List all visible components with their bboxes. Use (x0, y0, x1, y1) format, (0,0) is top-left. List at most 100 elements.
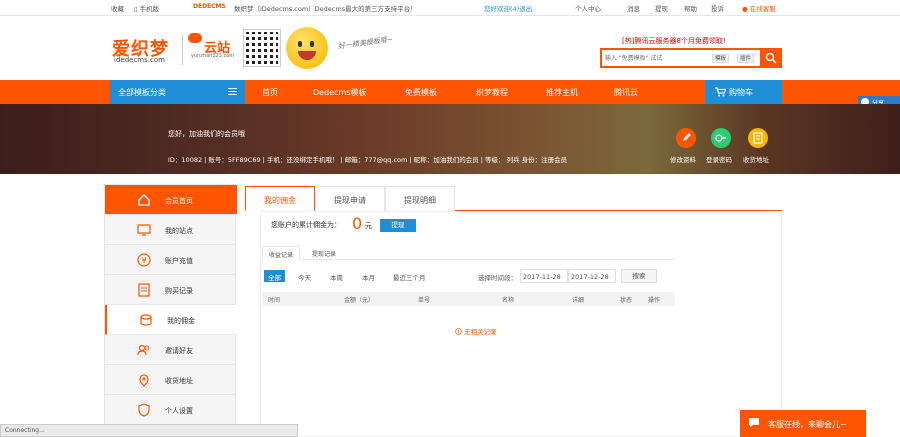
address-book-icon[interactable] (748, 128, 768, 148)
monitor-icon (137, 224, 151, 236)
all-categories-label: 全部模板分类 (118, 88, 166, 97)
promo-link[interactable]: [热]腾讯云服务器8个月免费领取! (622, 36, 726, 46)
withdraw-link[interactable]: 提现 (655, 3, 668, 13)
dedecms-mini-logo: DEDECMS (193, 3, 226, 10)
all-categories-button[interactable]: 全部模板分类 (110, 80, 245, 104)
sidebar-item-label: 账户充值 (165, 257, 193, 265)
withdraw-button[interactable]: 提现 (380, 219, 416, 232)
favorite-link[interactable]: 收藏 (111, 3, 124, 13)
edit-profile-label[interactable]: 修改资料 (670, 154, 696, 164)
search-tab-plugins[interactable]: 插件 (737, 54, 755, 63)
slogan: 好一精美模板哦~ (337, 35, 394, 51)
location-pin-icon (139, 374, 149, 387)
qr-code (243, 29, 281, 67)
user-center-link[interactable]: 个人中心 (575, 3, 601, 13)
messages-link[interactable]: 消息 (627, 3, 640, 13)
sidebar-item-label: 我的佣金 (167, 317, 195, 325)
main-nav: 全部模板分类 首页 Dedecms模板 免费模板 织梦教程 推荐主机 腾讯云 购… (0, 80, 900, 104)
menu-icon (228, 88, 237, 95)
records-table-header: 时间 金额（元） 单号 名称 详细 状态 操作 (262, 292, 675, 306)
sidebar-item-commission[interactable]: 我的佣金 (105, 305, 237, 335)
search-button[interactable] (760, 48, 782, 68)
tab-withdraw-request[interactable]: 提现申请 (315, 186, 385, 211)
filter-search-button[interactable]: 搜索 (621, 269, 657, 283)
filter-today[interactable]: 今天 (294, 270, 315, 282)
tab-my-commission[interactable]: 我的佣金 (245, 186, 315, 211)
col-detail: 详细 (572, 297, 585, 304)
online-service-link[interactable]: ● 在线客服 (742, 3, 776, 13)
nav-home[interactable]: 首页 (262, 87, 278, 98)
subtab-withdraw-records[interactable]: 提现记录 (306, 246, 342, 260)
col-order-no: 单号 (418, 297, 431, 304)
filter-this-month[interactable]: 本月 (358, 270, 379, 282)
total-commission-label: 您账户的累计佣金为： (271, 221, 341, 229)
chat-label: 客服在线，来聊会儿~ (768, 420, 847, 429)
member-sidebar: 会员首页 我的站点 ¥ 账户充值 购买记录 我的佣金 邀请好友 收货地址 个人设… (104, 184, 237, 437)
online-chat-button[interactable]: 客服在线，来聊会儿~ (740, 410, 866, 437)
sidebar-item-settings[interactable]: 个人设置 (105, 395, 237, 425)
nav-tutorials[interactable]: 织梦教程 (476, 87, 508, 98)
sidebar-item-label: 会员首页 (165, 197, 193, 205)
home-icon (138, 194, 150, 206)
nav-free-templates[interactable]: 免费模板 (405, 87, 437, 98)
mobile-link[interactable]: ▯ 手机版 (134, 3, 159, 13)
svg-text:¥: ¥ (141, 256, 146, 265)
nav-hosting[interactable]: 推荐主机 (546, 87, 578, 98)
cloud-icon (188, 33, 202, 43)
site-tagline: 数织梦（iDedecms.com）Dedecms最大的第三方支持平台！ (234, 5, 417, 13)
search-tab-templates[interactable]: 模板 (712, 54, 730, 63)
sidebar-item-label: 邀请好友 (165, 347, 193, 355)
sidebar-item-sites[interactable]: 我的站点 (105, 215, 237, 245)
password-key-icon[interactable] (711, 128, 731, 148)
service-icon: ● (742, 5, 748, 13)
record-subtabs: 收益记录 提现记录 (262, 246, 675, 260)
mobile-label: 手机版 (139, 5, 160, 13)
nav-dedecms-templates[interactable]: Dedecms模板 (313, 87, 366, 98)
subtab-income-records[interactable]: 收益记录 (262, 246, 301, 260)
cart-icon (715, 87, 726, 97)
col-action: 操作 (648, 297, 661, 304)
help-link[interactable]: 帮助 (684, 3, 697, 13)
chat-bubble-icon (749, 418, 759, 427)
date-to-input[interactable]: 2017-12-28 (568, 269, 616, 283)
sidebar-item-label: 我的站点 (165, 227, 193, 235)
sidebar-item-purchases[interactable]: 购买记录 (105, 275, 237, 305)
sidebar-item-label: 个人设置 (165, 407, 193, 415)
edit-profile-icon[interactable] (676, 128, 696, 148)
greeting: 您好，加油我们的会员哦 (168, 130, 245, 138)
commission-panel (260, 211, 782, 437)
online-service-label: 在线客服 (749, 5, 776, 13)
search-icon (765, 52, 777, 64)
logo-divider (182, 35, 183, 65)
col-time: 时间 (268, 297, 281, 304)
cart-label: 购物车 (729, 88, 753, 97)
info-icon (455, 328, 462, 335)
filter-all[interactable]: 全部 (264, 270, 285, 282)
sidebar-item-home[interactable]: 会员首页 (105, 185, 237, 215)
coins-icon (140, 314, 152, 326)
profile-banner: 您好，加油我们的会员哦 ID：10082 | 账号：5FF89C69 | 手机：… (0, 104, 900, 174)
sidebar-item-address[interactable]: 收货地址 (105, 365, 237, 395)
sidebar-item-label: 购买记录 (165, 287, 193, 295)
shipping-address-label[interactable]: 收货地址 (743, 154, 769, 164)
sidebar-item-label: 收货地址 (165, 377, 193, 385)
smiley-mascot-icon (286, 27, 328, 69)
col-name: 名称 (502, 297, 515, 304)
complaint-link[interactable]: 投诉 (711, 3, 724, 13)
tab-withdraw-details[interactable]: 提现明细 (385, 186, 455, 211)
date-range-label: 选择时间段： (478, 274, 517, 282)
filter-this-week[interactable]: 本周 (326, 270, 347, 282)
welcome-logout-link[interactable]: 您好欢迎(4)退出 (484, 3, 532, 13)
search-input[interactable] (605, 52, 705, 65)
date-from-input[interactable]: 2017-11-28 (520, 269, 568, 283)
login-password-label[interactable]: 登录密码 (706, 154, 732, 164)
total-commission-unit: 元 (365, 222, 372, 230)
yunzhan-domain: yunzhan123.com (191, 53, 235, 59)
filter-last-three-months[interactable]: 最近三个月 (389, 270, 430, 282)
nav-tencent-cloud[interactable]: 腾讯云 (614, 87, 638, 98)
commission-tabs: 我的佣金 提现申请 提现明细 (245, 186, 782, 211)
receipt-icon (138, 283, 150, 297)
sidebar-item-recharge[interactable]: ¥ 账户充值 (105, 245, 237, 275)
cart-button[interactable]: 购物车 (705, 80, 782, 104)
sidebar-item-invite[interactable]: 邀请好友 (105, 335, 237, 365)
